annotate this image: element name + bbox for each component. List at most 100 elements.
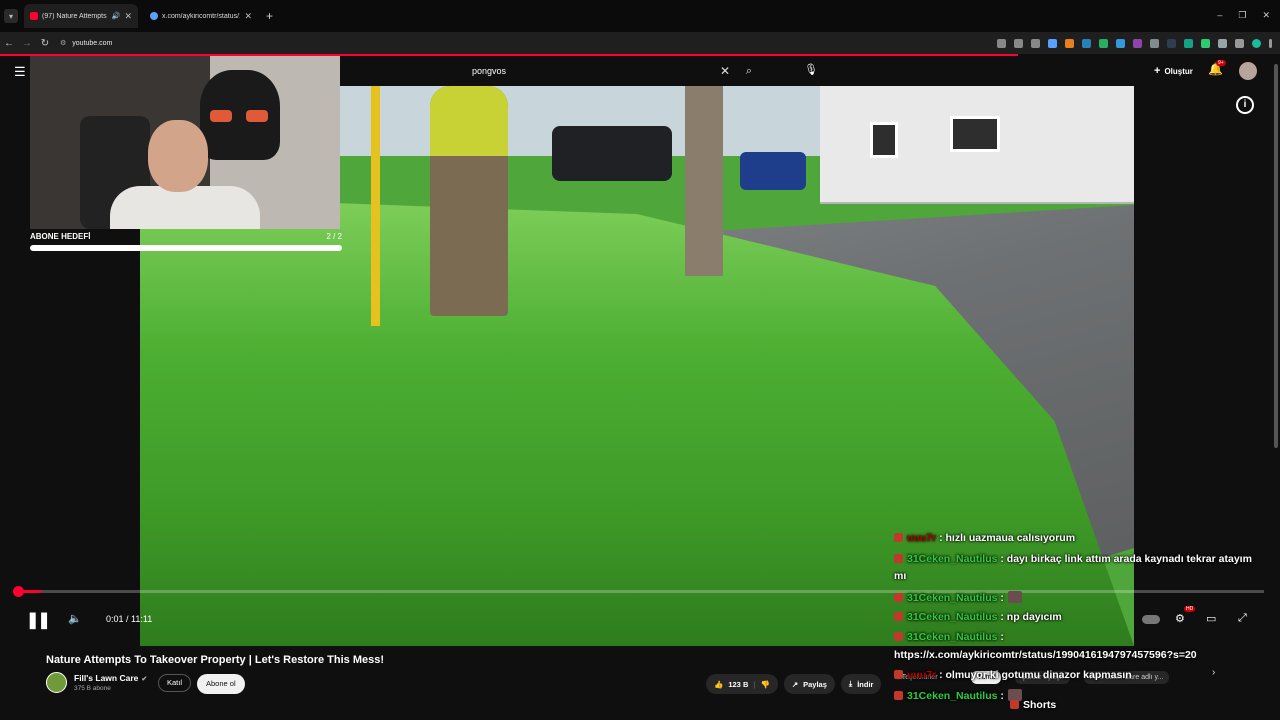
url-field[interactable]: ⚙ youtube.com [60, 34, 936, 52]
reload-icon[interactable]: ↻ [36, 38, 54, 49]
like-button[interactable]: 👍 123 B | 👎 [706, 674, 778, 694]
window-controls: – ❐ ✕ [1217, 10, 1270, 21]
house-window [950, 116, 1000, 152]
tab-search-button[interactable]: ▾ [4, 9, 18, 23]
minimize-icon[interactable]: – [1217, 10, 1222, 21]
chat-badge-icon [894, 670, 903, 679]
chat-text: : hızlı uazmaua calısıyorum [939, 532, 1076, 544]
chat-badge-icon [894, 612, 903, 621]
chat-message: 31Ceken_Nautilus : [894, 591, 1022, 605]
chat-message: uuu7r : olmuyor ki gotumu dinazor kapmas… [894, 669, 1132, 682]
chat-badge-icon [894, 554, 903, 563]
download-button[interactable]: ⤓ İndir [840, 674, 882, 694]
video-car [740, 152, 806, 190]
pause-icon[interactable]: ❚❚ [26, 610, 51, 630]
channel-name-text: Fill's Lawn Care [74, 673, 139, 683]
video-truck [552, 126, 672, 181]
site-info-icon[interactable]: ⚙ [60, 39, 66, 47]
chat-text: Shorts [1023, 699, 1057, 711]
search-box[interactable]: pongvos ✕ ⌕ [463, 59, 763, 83]
seek-knob[interactable] [12, 586, 24, 597]
mascot-eye [246, 110, 268, 122]
info-icon[interactable]: i [1236, 96, 1254, 114]
download-icon: ⤓ [848, 679, 853, 688]
tab-title: x.com/aykiricomtr/status/1990 [162, 12, 240, 20]
video-pole [685, 86, 723, 276]
microphone-icon[interactable]: 🎙 [800, 63, 822, 81]
verified-icon: ✔ [141, 676, 148, 683]
address-bar: ← → ↻ ⚙ youtube.com [0, 32, 1280, 54]
tab-x[interactable]: x.com/aykiricomtr/status/1990 ✕ [144, 4, 258, 28]
avatar[interactable] [1239, 62, 1257, 80]
extension-icon[interactable] [1082, 38, 1091, 48]
volume-icon[interactable]: 🔈 [68, 612, 82, 625]
close-tab-icon[interactable]: ✕ [124, 11, 132, 22]
emote-icon [1007, 591, 1022, 603]
plus-icon: + [1154, 65, 1161, 77]
forward-icon[interactable]: → [18, 38, 36, 49]
browser-tab-bar: ▾ (97) Nature Attempts To Tak 🔊 ✕ x.com/… [0, 0, 1280, 32]
extension-icon[interactable] [1150, 38, 1159, 48]
thumbs-up-icon: 👍 [714, 679, 724, 689]
zoom-icon[interactable] [1014, 38, 1023, 48]
eye-off-icon[interactable] [1031, 38, 1040, 48]
chat-text: : [1000, 592, 1004, 604]
search-input[interactable]: pongvos [472, 66, 715, 76]
subscriber-goal: ABONE HEDEFİ 2 / 2 [30, 232, 342, 254]
share-button[interactable]: ↗ Paylaş [783, 674, 835, 694]
channel-name[interactable]: Fill's Lawn Care ✔ [74, 673, 147, 683]
extension-icon[interactable] [1167, 38, 1176, 48]
x-favicon-icon [150, 12, 158, 20]
restore-icon[interactable]: ❐ [1238, 10, 1246, 21]
chat-badge-icon [894, 533, 903, 542]
divider: | [753, 679, 756, 689]
join-button[interactable]: Katıl [158, 674, 192, 692]
profile-icon[interactable] [1252, 38, 1261, 48]
chat-overlay: uuu7r : hızlı uazmaua calısıyorum 31Ceke… [894, 530, 1274, 720]
create-button[interactable]: + Oluştur [1148, 61, 1199, 81]
extension-icon[interactable] [1184, 38, 1193, 48]
chat-text: : [1000, 690, 1004, 702]
subscriber-count: 375 B abone [74, 685, 111, 692]
goal-bar-fill [31, 246, 341, 250]
goal-count: 2 / 2 [326, 232, 342, 241]
screenshot-icon[interactable] [997, 38, 1006, 48]
extensions-puzzle-icon[interactable] [1235, 38, 1244, 48]
clear-search-icon[interactable]: ✕ [715, 64, 735, 78]
download-label: İndir [857, 679, 874, 689]
notifications-bell-icon[interactable]: 🔔 9+ [1208, 60, 1226, 76]
video-person [430, 86, 508, 316]
extension-icon[interactable] [1133, 38, 1142, 48]
video-title: Nature Attempts To Takeover Property | L… [46, 654, 385, 666]
extension-icon[interactable] [1116, 38, 1125, 48]
extension-icon[interactable] [1218, 38, 1227, 48]
youtube-favicon-icon [30, 12, 38, 20]
thumbs-down-icon[interactable]: 👎 [760, 680, 769, 689]
page-scrollbar[interactable] [1274, 64, 1278, 448]
extension-icon[interactable] [1099, 38, 1108, 48]
menu-dots-icon[interactable] [1269, 38, 1272, 48]
new-tab-button[interactable]: + [266, 9, 273, 23]
shorts-icon [1010, 700, 1019, 709]
chat-text: mı [894, 570, 907, 582]
house-window [870, 122, 898, 158]
video-house [820, 86, 1134, 204]
search-icon[interactable]: ⌕ [735, 65, 763, 78]
bookmark-star-icon[interactable] [1048, 38, 1057, 48]
close-window-icon[interactable]: ✕ [1262, 10, 1270, 21]
subscribe-button[interactable]: Abone ol [197, 674, 245, 694]
chat-text: : olmuyor ki gotumu dinazor kapmasın [939, 669, 1132, 681]
goal-bar [30, 245, 342, 251]
close-tab-icon[interactable]: ✕ [244, 11, 252, 22]
streamer-body [110, 186, 260, 229]
audio-icon[interactable]: 🔊 [112, 12, 121, 20]
extension-icon[interactable] [1065, 38, 1074, 48]
extension-icon[interactable] [1201, 38, 1210, 48]
channel-avatar[interactable] [46, 672, 67, 693]
back-icon[interactable]: ← [0, 38, 18, 49]
hamburger-menu-icon[interactable]: ☰ [14, 64, 26, 80]
tab-youtube[interactable]: (97) Nature Attempts To Tak 🔊 ✕ [24, 4, 138, 28]
chat-text: https://x.com/aykiricomtr/status/1990416… [894, 649, 1197, 661]
chat-username: 31Ceken_Nautilus [907, 553, 998, 565]
mascot-eye [210, 110, 232, 122]
